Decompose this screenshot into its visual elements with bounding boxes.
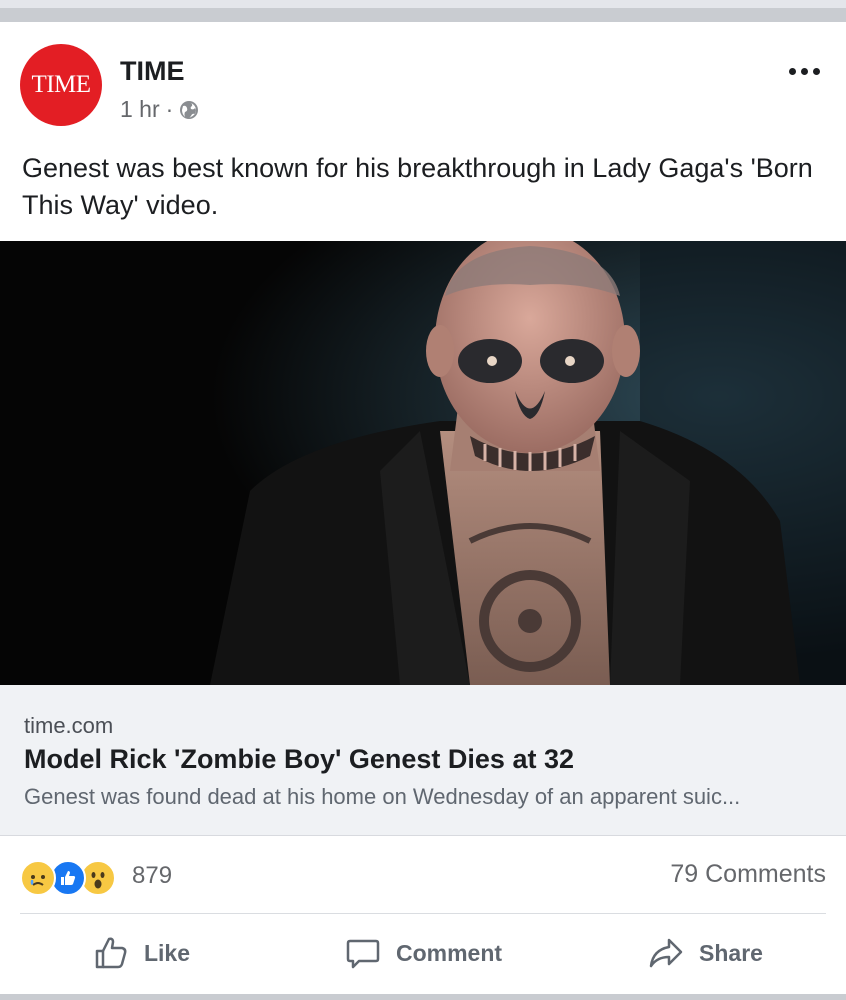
post-meta: 1 hr · [120,96,199,123]
reactions-bar: 879 79 Comments [20,858,826,898]
link-preview[interactable]: time.com Model Rick 'Zombie Boy' Genest … [0,685,846,836]
globe-icon [180,100,199,119]
more-dot-icon [801,68,808,75]
post-header: TIME TIME 1 hr · [20,22,826,126]
post-time[interactable]: 1 hr [120,96,160,123]
link-description: Genest was found dead at his home on Wed… [24,784,741,809]
reaction-count[interactable]: 879 [132,862,172,890]
more-dot-icon [813,68,820,75]
page-name[interactable]: TIME [120,56,185,87]
thumbs-up-icon [95,937,127,969]
like-button[interactable]: Like [0,922,282,984]
comment-button[interactable]: Comment [282,922,564,984]
action-bar: Like Comment Share [0,922,846,984]
post-photo[interactable] [0,241,846,685]
link-domain: time.com [24,713,114,738]
meta-separator: · [165,96,174,122]
avatar-logo-text: TIME [31,71,91,98]
share-arrow-icon [649,938,683,968]
post-caption: Genest was best known for his breakthrou… [22,153,813,220]
feed-gap-bottom [0,994,846,1000]
sad-reaction-icon [20,860,56,896]
like-label: Like [143,939,191,966]
share-label: Share [699,939,763,966]
page-avatar[interactable]: TIME [20,44,102,126]
photo-illustration [0,241,846,685]
reaction-icons[interactable] [20,860,116,896]
more-dot-icon [789,68,796,75]
share-button[interactable]: Share [564,922,846,984]
feed-gap-top [0,0,846,22]
comments-count[interactable]: 79 Comments [670,860,826,889]
comment-label: Comment [395,939,503,966]
comment-bubble-icon [346,939,380,969]
action-divider [20,913,826,914]
link-headline: Model Rick 'Zombie Boy' Genest Dies at 3… [24,744,574,774]
more-options-button[interactable] [789,68,820,75]
